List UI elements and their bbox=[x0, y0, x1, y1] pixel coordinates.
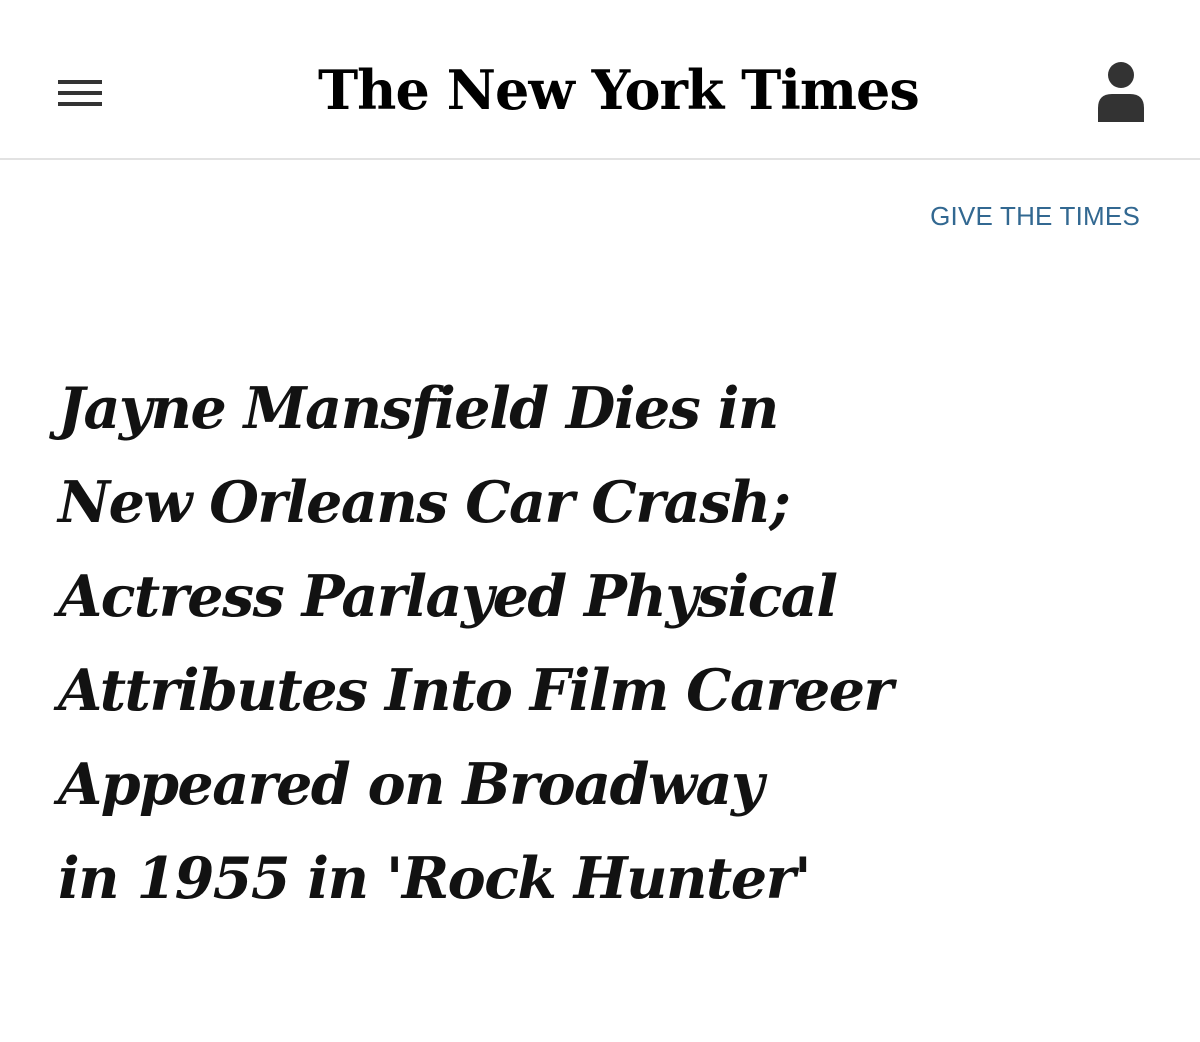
menu-bar bbox=[58, 102, 102, 106]
headline-line: Attributes Into Film Career bbox=[58, 657, 894, 724]
article-headline: Jayne Mansfield Dies in New Orleans Car … bbox=[58, 362, 1158, 926]
user-icon[interactable] bbox=[1096, 60, 1146, 122]
give-the-times-link[interactable]: GIVE THE TIMES bbox=[930, 200, 1140, 232]
menu-bar bbox=[58, 80, 102, 84]
user-icon-graphic bbox=[1098, 62, 1144, 122]
menu-bar bbox=[58, 91, 102, 95]
nyt-logo[interactable]: The New York Times bbox=[318, 50, 920, 130]
headline-line: in 1955 in 'Rock Hunter' bbox=[58, 845, 812, 912]
masthead: The New York Times bbox=[0, 0, 1200, 160]
headline-line: Appeared on Broadway bbox=[58, 751, 764, 818]
headline-line: New Orleans Car Crash; bbox=[58, 469, 791, 536]
headline-line: Actress Parlayed Physical bbox=[58, 563, 838, 630]
hamburger-menu-icon[interactable] bbox=[58, 78, 104, 110]
headline-line: Jayne Mansfield Dies in bbox=[58, 375, 779, 442]
